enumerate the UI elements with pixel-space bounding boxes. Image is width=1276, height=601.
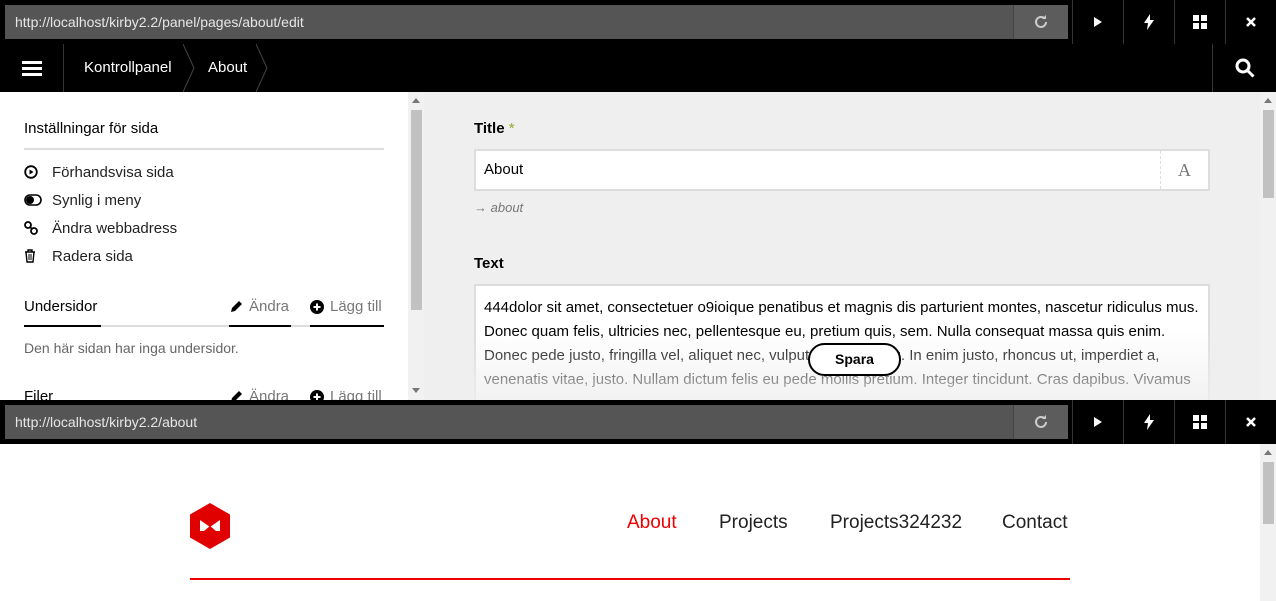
- add-label: Lägg till: [330, 298, 382, 315]
- nav-projects324232[interactable]: Projects324232: [830, 512, 962, 534]
- url-input[interactable]: http://localhost/kirby2.2/about: [5, 405, 1013, 439]
- close-icon: [1246, 17, 1256, 27]
- slug-preview: → about: [474, 200, 523, 215]
- site-preview: About Projects Projects324232 Contact: [0, 444, 1260, 601]
- action-label: Radera sida: [52, 247, 133, 265]
- plus-circle-icon: [310, 299, 324, 314]
- add-label: Lägg till: [330, 388, 382, 400]
- required-mark: *: [508, 120, 515, 137]
- page-sidebar: Inställningar för sida Förhandsvisa sida…: [0, 92, 408, 400]
- edit-files-button[interactable]: Ändra: [229, 388, 289, 400]
- sidebar-scrollbar[interactable]: [408, 92, 424, 400]
- scroll-up-icon[interactable]: [412, 98, 420, 103]
- search-icon: [1235, 58, 1255, 78]
- browser-bar-bottom: http://localhost/kirby2.2/about: [0, 400, 1276, 444]
- lightning-icon: [1144, 414, 1154, 430]
- scrollbar-thumb[interactable]: [1263, 110, 1274, 198]
- change-url-link[interactable]: Ändra webbadress: [24, 218, 177, 238]
- title-label-text: Title: [474, 120, 505, 137]
- reload-icon: [1035, 15, 1047, 28]
- page-editor: Title * About A → about Text 444dolor si…: [424, 92, 1260, 400]
- tab-underline: [310, 325, 384, 327]
- edit-label: Ändra: [249, 388, 290, 400]
- scrollbar-thumb[interactable]: [411, 110, 422, 310]
- save-button[interactable]: Spara: [808, 343, 901, 376]
- search-button[interactable]: [1212, 44, 1276, 92]
- pencil-icon: [231, 390, 242, 400]
- breadcrumb-dashboard[interactable]: Kontrollpanel: [84, 44, 172, 92]
- text-field-label: Text: [474, 255, 504, 272]
- add-subpage-button[interactable]: Lägg till: [310, 298, 382, 315]
- url-input[interactable]: http://localhost/kirby2.2/panel/pages/ab…: [5, 5, 1013, 39]
- play-button[interactable]: [1072, 400, 1123, 444]
- title-field-label: Title *: [474, 120, 515, 137]
- text-field-icon: A: [1160, 151, 1208, 189]
- scrollbar-thumb[interactable]: [1263, 462, 1274, 524]
- slug-text: about: [490, 200, 524, 215]
- chain-icon: [24, 221, 52, 235]
- pencil-icon: [231, 300, 242, 312]
- divider: [24, 148, 384, 150]
- arrow-right-icon: →: [474, 200, 487, 215]
- nav-projects[interactable]: Projects: [719, 512, 788, 534]
- layout-button[interactable]: [1174, 400, 1225, 444]
- preview-page-link[interactable]: Förhandsvisa sida: [24, 162, 174, 182]
- lightning-icon: [1144, 14, 1154, 30]
- files-heading: Filer: [24, 388, 54, 400]
- nav-contact[interactable]: Contact: [1002, 512, 1067, 534]
- grid-icon: [1193, 415, 1207, 429]
- play-button[interactable]: [1072, 0, 1123, 44]
- site-logo-icon[interactable]: [190, 503, 230, 549]
- add-file-button[interactable]: Lägg till: [310, 388, 382, 400]
- edit-subpages-button[interactable]: Ändra: [229, 298, 289, 315]
- breadcrumb-about[interactable]: About: [208, 44, 247, 92]
- subpages-heading: Undersidor: [24, 298, 98, 315]
- action-label: Synlig i meny: [52, 191, 142, 209]
- empty-subpages-text: Den här sidan har inga undersidor.: [24, 340, 239, 356]
- close-button[interactable]: [1225, 0, 1276, 44]
- reload-button[interactable]: [1013, 405, 1068, 439]
- tab-underline: [24, 325, 101, 327]
- close-icon: [1246, 417, 1256, 427]
- tab-underline: [229, 325, 291, 327]
- flash-button[interactable]: [1123, 0, 1174, 44]
- toggle-icon: [24, 194, 52, 206]
- layout-button[interactable]: [1174, 0, 1225, 44]
- edit-label: Ändra: [249, 298, 290, 315]
- editor-scrollbar[interactable]: [1260, 92, 1276, 400]
- scroll-up-icon[interactable]: [1264, 450, 1272, 455]
- header-divider: [190, 578, 1070, 580]
- close-button[interactable]: [1225, 400, 1276, 444]
- breadcrumb-separator-icon: [183, 44, 195, 92]
- visibility-toggle[interactable]: Synlig i meny: [24, 190, 141, 210]
- delete-page-link[interactable]: Radera sida: [24, 246, 133, 266]
- play-circle-icon: [24, 165, 52, 179]
- menu-button[interactable]: [0, 44, 64, 92]
- flash-button[interactable]: [1123, 400, 1174, 444]
- site-scrollbar[interactable]: [1260, 444, 1276, 601]
- action-label: Förhandsvisa sida: [52, 163, 174, 181]
- trash-icon: [24, 249, 52, 263]
- breadcrumb-separator-icon: [256, 44, 268, 92]
- action-label: Ändra webbadress: [52, 219, 178, 237]
- play-icon: [1094, 417, 1102, 427]
- nav-about[interactable]: About: [627, 512, 677, 534]
- settings-heading: Inställningar för sida: [24, 120, 159, 137]
- title-input[interactable]: About A: [474, 149, 1210, 191]
- reload-button[interactable]: [1013, 5, 1068, 39]
- reload-icon: [1035, 415, 1047, 428]
- play-icon: [1094, 17, 1102, 27]
- scroll-up-icon[interactable]: [1264, 98, 1272, 103]
- title-value: About: [484, 161, 524, 178]
- browser-bar-top: http://localhost/kirby2.2/panel/pages/ab…: [0, 0, 1276, 44]
- plus-circle-icon: [310, 389, 324, 400]
- grid-icon: [1193, 15, 1207, 29]
- panel-topbar: Kontrollpanel About: [0, 44, 1276, 92]
- scroll-down-icon[interactable]: [412, 388, 420, 393]
- hamburger-icon: [21, 61, 42, 76]
